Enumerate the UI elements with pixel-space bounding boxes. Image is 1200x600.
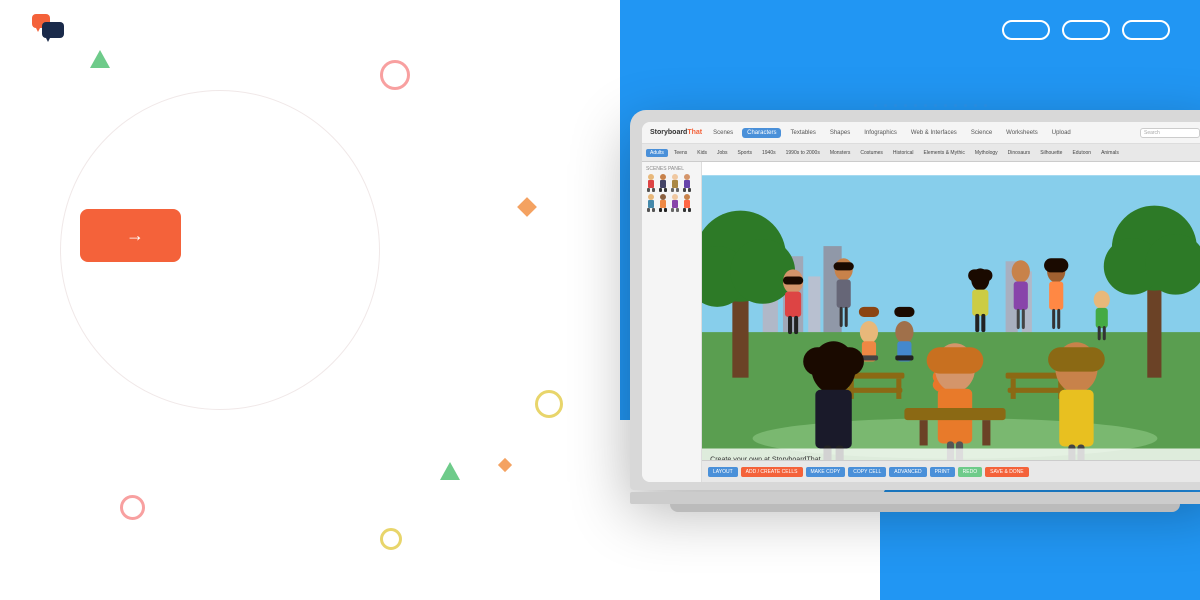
char-thumb[interactable] [658,174,668,192]
sb-tab-textables[interactable]: Textables [785,128,820,138]
sb-toolbar-edutoon[interactable]: Edutoon [1068,149,1095,157]
sb-char-grid [646,174,697,212]
sb-btn-print[interactable]: PRINT [930,467,955,477]
sb-toolbar-dinosaurs[interactable]: Dinosaurs [1004,149,1035,157]
sb-btn-add-cells[interactable]: ADD / CREATE CELLS [741,467,803,477]
sb-toolbar-kids[interactable]: Kids [693,149,711,157]
hero-title [80,112,181,177]
sb-toolbar: Adults Teens Kids Jobs Sports 1940s 1990… [642,144,1200,162]
login-button[interactable] [1122,20,1170,40]
laptop-mockup: StoryboardThat Scenes Characters Textabl… [610,50,1200,570]
sb-logo-sm: StoryboardThat [650,129,702,136]
char-thumb[interactable] [670,174,680,192]
sb-toolbar-sports[interactable]: Sports [734,149,756,157]
logo[interactable] [30,12,74,48]
sb-btn-redo[interactable]: REDO [958,467,982,477]
sb-tab-upload[interactable]: Upload [1047,128,1076,138]
sb-btn-layout[interactable]: LAYOUT [708,467,738,477]
laptop-body: StoryboardThat Scenes Characters Textabl… [630,110,1200,490]
sb-toolbar-silhouette[interactable]: Silhouette [1036,149,1066,157]
char-thumb[interactable] [682,174,692,192]
scene-canvas: Create your own at StoryboardThat [702,162,1200,482]
sb-toolbar-elements[interactable]: Elements & Mythic [919,149,968,157]
laptop-screen: StoryboardThat Scenes Characters Textabl… [642,122,1200,482]
deco-circle-yellow-bottom [380,528,402,550]
sb-btn-advanced[interactable]: ADVANCED [889,467,926,477]
sb-btn-save-done[interactable]: SAVE & DONE [985,467,1029,477]
sb-tab-scenes[interactable]: Scenes [708,128,738,138]
sb-nav-tabs: Scenes Characters Textables Shapes Infog… [708,128,1076,138]
sb-app-header: StoryboardThat Scenes Characters Textabl… [642,122,1200,144]
deco-circle-yellow-mid [535,390,563,418]
char-thumb[interactable] [658,194,668,212]
sb-btn-make-copy[interactable]: MAKE COPY [806,467,846,477]
deco-diamond-orange [517,197,537,217]
sb-toolbar-animals[interactable]: Animals [1097,149,1123,157]
sb-tab-infographics[interactable]: Infographics [859,128,902,138]
sb-tab-characters[interactable]: Characters [742,128,781,138]
deco-circle-pink-top [380,60,410,90]
char-thumb[interactable] [670,194,680,212]
cta-arrow-icon: → [126,225,145,246]
sb-tab-worksheets[interactable]: Worksheets [1001,128,1043,138]
deco-diamond-salmon [498,458,512,472]
laptop-foot [670,504,1180,512]
sb-content-area: SCENES PANEL [642,162,1200,482]
sb-toolbar-teens[interactable]: Teens [670,149,691,157]
deco-circle-pink-bottom [120,495,145,520]
header [0,0,1200,60]
char-thumb[interactable] [646,174,656,192]
sb-character-panel: SCENES PANEL [642,162,702,482]
pricing-button[interactable] [1002,20,1050,40]
sb-toolbar-historical[interactable]: Historical [889,149,918,157]
sb-search-box[interactable]: Search [1140,128,1200,138]
sb-toolbar-costumes[interactable]: Costumes [856,149,887,157]
char-thumb[interactable] [646,194,656,212]
sb-bottom-bar: LAYOUT ADD / CREATE CELLS MAKE COPY COPY… [702,460,1200,482]
sb-toolbar-monsters[interactable]: Monsters [826,149,855,157]
laptop-keyboard-base [630,492,1200,504]
nav-buttons [1002,20,1170,40]
sb-main-canvas: Create your own at StoryboardThat LAYOUT… [702,162,1200,482]
sb-toolbar-jobs[interactable]: Jobs [713,149,732,157]
create-storyboard-button[interactable]: → [80,209,181,262]
sb-toolbar-mythology[interactable]: Mythology [971,149,1002,157]
sb-tab-science[interactable]: Science [966,128,997,138]
sb-btn-copy-cell[interactable]: COPY CELL [848,467,886,477]
sb-tab-shapes[interactable]: Shapes [825,128,855,138]
logo-icon [30,12,66,48]
sb-section-label: SCENES PANEL [646,166,697,172]
sb-toolbar-adults[interactable]: Adults [646,149,668,157]
sb-toolbar-1990s[interactable]: 1990s to 2000s [782,149,824,157]
sb-toolbar-1940s[interactable]: 1940s [758,149,780,157]
hero-content: → [80,110,181,282]
deco-triangle-bottom-right [440,462,460,480]
sb-tab-web[interactable]: Web & Interfaces [906,128,962,138]
my-storyboards-button[interactable] [1062,20,1110,40]
char-thumb[interactable] [682,194,692,212]
